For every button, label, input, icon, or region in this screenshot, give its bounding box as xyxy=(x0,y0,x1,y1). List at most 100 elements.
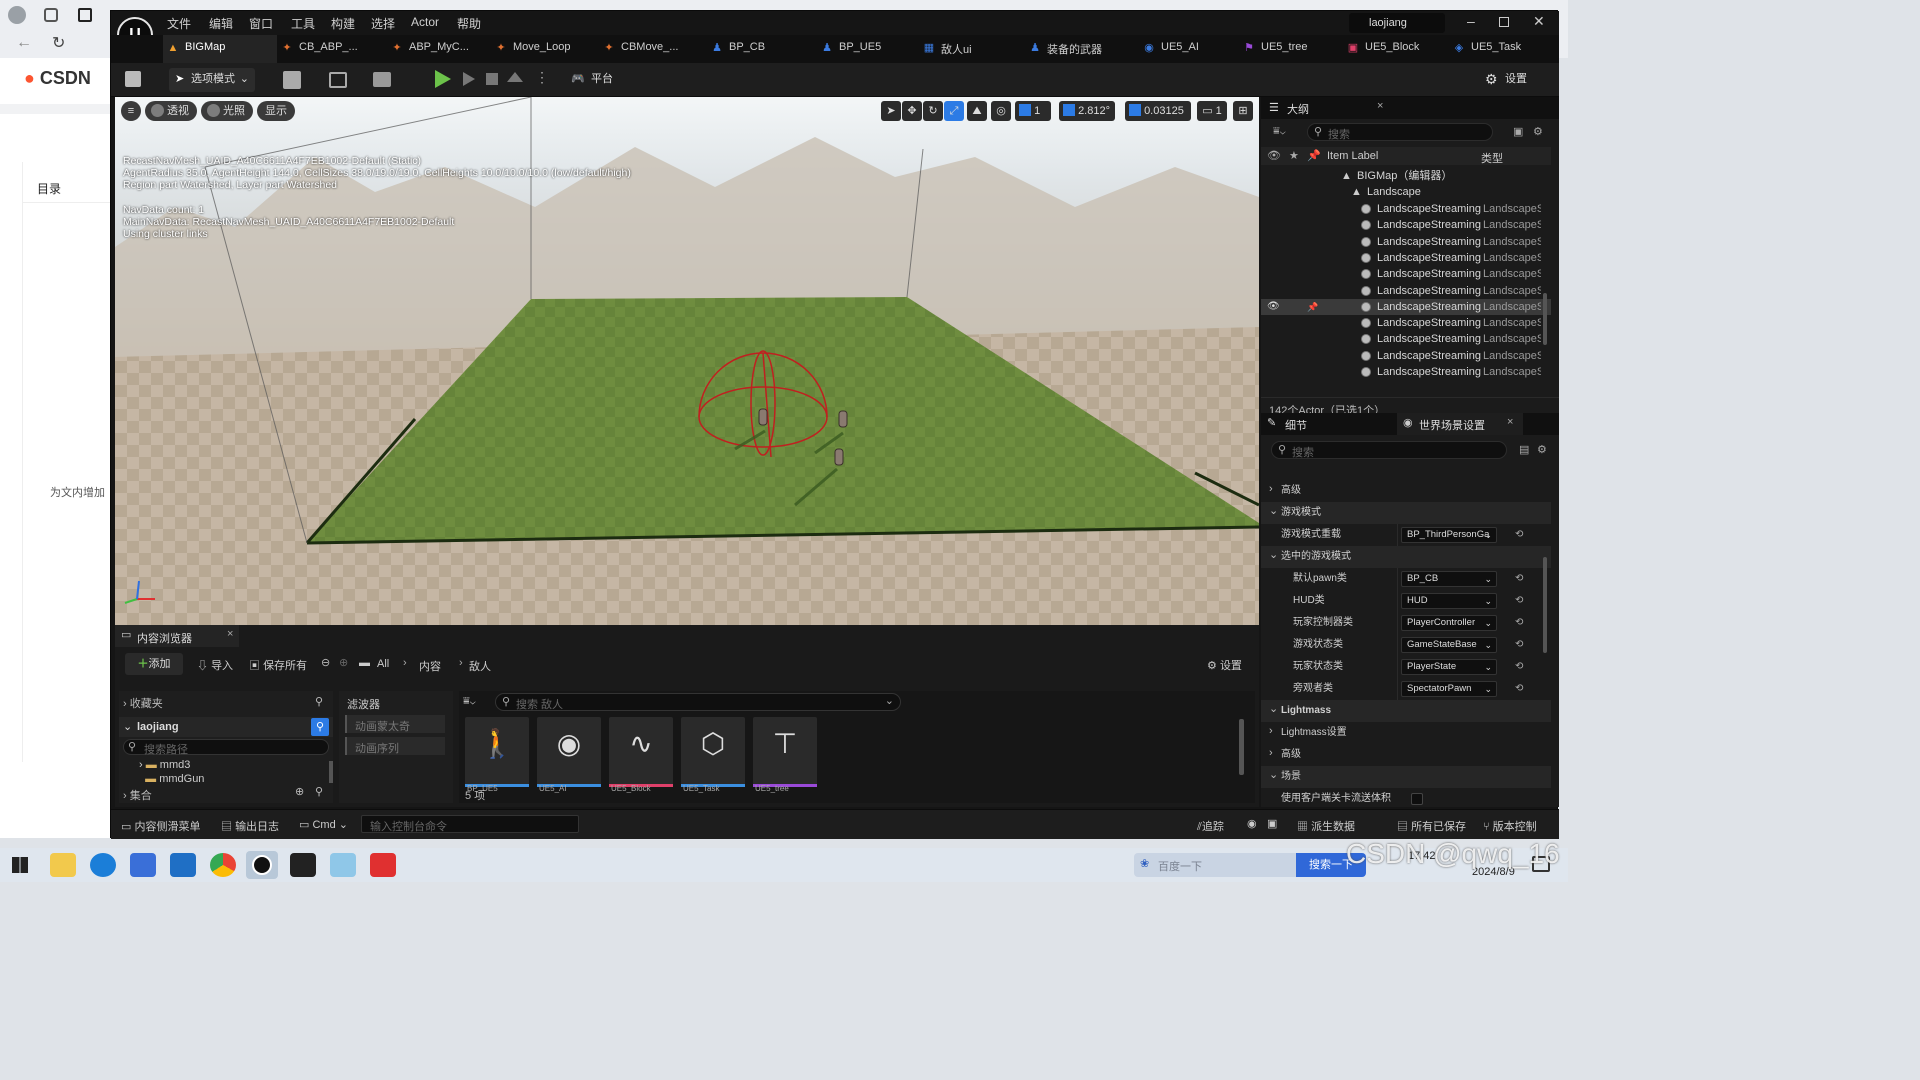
favorite-icon[interactable]: ★ xyxy=(1289,149,1299,162)
visibility-icon[interactable]: 👁 xyxy=(1267,299,1280,315)
menu-item[interactable]: 窗口 xyxy=(249,15,273,32)
class-dropdown[interactable]: BP_ThirdPersonGa ⌄ xyxy=(1401,527,1497,543)
outliner-search[interactable]: ⚲ 搜索 xyxy=(1307,123,1493,141)
details-property[interactable]: BP_ThirdPersonGa ⌄ ⟲ 游戏模式重载 xyxy=(1261,524,1551,546)
document-tab[interactable]: ♟ BP_UE5 xyxy=(817,35,919,63)
add-button[interactable]: ＋添加 xyxy=(125,653,183,675)
details-section[interactable]: ⌄ 选中的游戏模式 xyxy=(1261,546,1551,568)
mail-icon[interactable] xyxy=(170,853,196,877)
file-explorer-icon[interactable] xyxy=(50,853,76,877)
browse-icon[interactable]: ⟲ xyxy=(1515,568,1523,590)
search-toggle-icon[interactable]: ⚲ xyxy=(311,718,329,736)
document-tab[interactable]: ▣ UE5_Block xyxy=(1343,35,1449,63)
outliner-row[interactable]: LandscapeStreaming LandscapeS xyxy=(1261,201,1551,217)
column-item-label[interactable]: Item Label xyxy=(1327,150,1378,162)
add-collection-icon[interactable]: ⊕ xyxy=(295,785,304,798)
search-icon[interactable]: ⚲ xyxy=(315,785,323,798)
scale-tool-icon[interactable]: ⤢ xyxy=(944,101,964,121)
outliner-settings-icon[interactable]: ⚙ xyxy=(1533,125,1543,138)
browse-icon[interactable]: ⟲ xyxy=(1515,634,1523,656)
document-tab[interactable]: ✦ Move_Loop xyxy=(491,35,599,63)
platform-dropdown[interactable]: 🎮 平台 xyxy=(569,68,629,92)
step-icon[interactable] xyxy=(463,72,475,86)
asset-scrollbar[interactable] xyxy=(1239,719,1244,775)
content-browser-tab[interactable]: ▭ 内容浏览器 × xyxy=(115,625,239,647)
outliner-row[interactable]: LandscapeStreaming LandscapeS xyxy=(1261,331,1551,347)
details-section[interactable]: › 高级 xyxy=(1261,480,1551,502)
profile-icon[interactable] xyxy=(8,6,26,24)
details-search[interactable]: ⚲ 搜索 xyxy=(1271,441,1507,459)
document-tab[interactable]: ▲ BIGMap xyxy=(163,35,277,63)
outliner-row[interactable]: LandscapeStreaming LandscapeS xyxy=(1261,315,1551,331)
project-section[interactable]: ⌄ laojiang ⚲ xyxy=(119,717,333,737)
close-icon[interactable]: × xyxy=(1377,100,1383,112)
menu-item[interactable]: 帮助 xyxy=(457,15,481,32)
search-path-input[interactable]: ⚲ 搜索路径 xyxy=(123,739,329,756)
details-checkbox-row[interactable]: 使用客户端关卡流送体积 xyxy=(1261,788,1551,810)
filter-montage[interactable]: 动画蒙太奇 xyxy=(345,715,445,733)
document-tab[interactable]: ◈ UE5_Task xyxy=(1449,35,1553,63)
breadcrumb-item[interactable]: 敌人 xyxy=(469,658,491,674)
scale-snap-toggle[interactable]: 0.03125 xyxy=(1125,101,1191,121)
browse-icon[interactable]: ⟲ xyxy=(1515,612,1523,634)
menu-item[interactable]: Actor xyxy=(411,15,439,29)
favorites-section[interactable]: › 收藏夹 xyxy=(123,695,163,711)
camera-speed-button[interactable]: ▭ 1 xyxy=(1197,101,1227,121)
unreal-taskbar-icon[interactable] xyxy=(246,851,278,879)
menu-item[interactable]: 文件 xyxy=(167,15,191,32)
details-section[interactable]: ⌄ 场景 xyxy=(1261,766,1551,788)
cinematics-icon[interactable] xyxy=(373,72,391,87)
play-button[interactable] xyxy=(435,70,451,88)
collections-section[interactable]: › 集合 xyxy=(123,787,152,803)
table-view-icon[interactable]: ▤ xyxy=(1519,443,1529,456)
folder-item[interactable]: ▬ mmdGun xyxy=(139,773,204,783)
console-input[interactable]: 输入控制台命令 xyxy=(361,815,579,833)
details-section[interactable]: ⌄ Lightmass xyxy=(1261,700,1551,722)
content-drawer-button[interactable]: ▭ 内容侧滑菜单 xyxy=(121,818,200,834)
derived-data-button[interactable]: ▦ 派生数据 xyxy=(1297,818,1355,834)
outliner-row[interactable]: LandscapeStreaming LandscapeS xyxy=(1261,283,1551,299)
viewport-menu-button[interactable]: ≡ xyxy=(121,101,141,121)
minimize-button[interactable]: – xyxy=(1467,13,1475,29)
details-settings-icon[interactable]: ⚙ xyxy=(1537,443,1547,456)
surface-snap-icon[interactable]: ⛰ xyxy=(967,101,987,121)
details-property[interactable]: HUD ⌄ ⟲ HUD类 xyxy=(1261,590,1551,612)
asset-tile[interactable]: ⊤ UE5_tree xyxy=(753,717,817,793)
details-section[interactable]: › 高级 xyxy=(1261,744,1551,766)
document-tab[interactable]: ▦ 敌人ui xyxy=(919,35,1025,63)
chrome-icon[interactable] xyxy=(210,853,236,877)
outliner-row[interactable]: LandscapeStreaming LandscapeS xyxy=(1261,348,1551,364)
trace-button[interactable]: ⫽追踪 xyxy=(1197,818,1224,834)
world-local-icon[interactable]: ◎ xyxy=(991,101,1011,121)
details-property[interactable]: PlayerState ⌄ ⟲ 玩家状态类 xyxy=(1261,656,1551,678)
folder-item[interactable]: › ▬ mmd3 xyxy=(139,759,190,771)
asset-search[interactable]: ⚲ 搜索 敌人 ⌄ xyxy=(495,693,901,711)
pin-icon[interactable]: 📌 xyxy=(1307,149,1321,162)
import-button[interactable]: ⇩ 导入 xyxy=(197,657,233,673)
outliner-row[interactable]: 👁 📌 LandscapeStreaming LandscapeS xyxy=(1261,298,1551,315)
close-button[interactable]: ✕ xyxy=(1533,13,1545,30)
browse-icon[interactable]: ⟲ xyxy=(1515,678,1523,700)
csdn-logo[interactable]: ● CSDN xyxy=(24,68,91,89)
rotation-snap-toggle[interactable]: 2.812° xyxy=(1059,101,1115,121)
document-tab[interactable]: ⚑ UE5_tree xyxy=(1239,35,1343,63)
back-icon[interactable]: ← xyxy=(16,34,32,52)
browse-icon[interactable]: ⟲ xyxy=(1515,656,1523,678)
checkbox[interactable] xyxy=(1411,793,1423,805)
details-scrollbar[interactable] xyxy=(1543,557,1547,653)
class-dropdown[interactable]: HUD ⌄ xyxy=(1401,593,1497,609)
menu-item[interactable]: 工具 xyxy=(291,15,315,32)
new-folder-icon[interactable]: ▣ xyxy=(1513,125,1523,138)
class-dropdown[interactable]: GameStateBase ⌄ xyxy=(1401,637,1497,653)
record-icon[interactable]: ◉ xyxy=(1247,817,1257,830)
level-viewport[interactable]: ≡ 透视 光照 显示 ➤ ✥ ↻ ⤢ ⛰ ◎ 1 2.812° 0.03125 … xyxy=(115,97,1259,625)
close-icon[interactable]: × xyxy=(1507,416,1513,428)
close-icon[interactable]: × xyxy=(227,628,233,640)
blueprint-menu-icon[interactable] xyxy=(329,72,347,88)
outliner-row[interactable]: LandscapeStreaming LandscapeS xyxy=(1261,217,1551,233)
add-actor-icon[interactable] xyxy=(283,71,301,89)
document-tab[interactable]: ✦ CBMove_... xyxy=(599,35,707,63)
document-tab[interactable]: ♟ 装备的武器 xyxy=(1025,35,1139,63)
search-icon[interactable]: ⚲ xyxy=(315,695,323,708)
details-property[interactable]: SpectatorPawn ⌄ ⟲ 旁观者类 xyxy=(1261,678,1551,700)
